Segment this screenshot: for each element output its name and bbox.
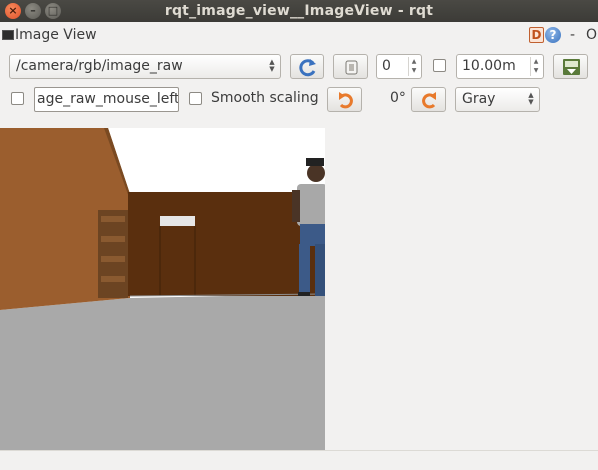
window-title: rqt_image_view__ImageView - rqt xyxy=(164,3,434,19)
topic-select-value: /camera/rgb/image_raw xyxy=(16,58,183,74)
dock-d-button[interactable]: D xyxy=(529,27,544,43)
spin-arrows-icon[interactable]: ▲ ▼ xyxy=(530,57,541,76)
color-scheme-value: Gray xyxy=(462,91,496,107)
mouse-topic-field[interactable]: age_raw_mouse_left xyxy=(34,87,179,112)
toggle-button[interactable] xyxy=(333,54,368,79)
help-icon[interactable]: ? xyxy=(545,27,561,43)
rotate-left-icon xyxy=(339,92,353,109)
dock-window-icon xyxy=(2,30,14,40)
range-checkbox[interactable] xyxy=(433,59,446,72)
refresh-button[interactable] xyxy=(290,54,324,79)
toggle-icon xyxy=(345,60,358,75)
save-icon xyxy=(563,59,580,75)
smooth-scaling-checkbox[interactable] xyxy=(189,92,202,105)
topic-select[interactable]: /camera/rgb/image_raw ▲ ▼ xyxy=(9,54,281,79)
dock-close-button[interactable]: O xyxy=(586,27,597,43)
max-range-value: 10.00m xyxy=(462,58,516,74)
spin-arrows-icon[interactable]: ▲ ▼ xyxy=(408,57,419,76)
number-spinbox[interactable]: 0 ▲ ▼ xyxy=(376,54,422,79)
rotation-label: 0° xyxy=(390,90,406,106)
status-strip xyxy=(0,450,598,470)
max-range-spinbox[interactable]: 10.00m ▲ ▼ xyxy=(456,54,544,79)
rotate-left-button[interactable] xyxy=(327,87,362,112)
mouse-publish-checkbox[interactable] xyxy=(11,92,24,105)
rotate-right-button[interactable] xyxy=(411,87,446,112)
window-titlebar: × – □ rqt_image_view__ImageView - rqt xyxy=(0,0,598,22)
mouse-topic-value: age_raw_mouse_left xyxy=(37,91,179,107)
refresh-icon xyxy=(299,59,316,77)
number-spinbox-value: 0 xyxy=(382,58,391,74)
combo-arrows-icon: ▲ ▼ xyxy=(528,91,534,106)
camera-image-scene xyxy=(0,128,325,450)
dock-minimize-button[interactable]: - xyxy=(570,27,575,43)
color-scheme-select[interactable]: Gray ▲ ▼ xyxy=(455,87,540,112)
save-button[interactable] xyxy=(553,54,588,79)
dock-header: Image View D ? - O xyxy=(0,26,598,46)
combo-arrows-icon: ▲ ▼ xyxy=(269,58,275,73)
smooth-scaling-label: Smooth scaling xyxy=(211,90,319,106)
rotate-right-icon xyxy=(422,92,436,109)
camera-image[interactable] xyxy=(0,128,325,450)
dock-title: Image View xyxy=(15,27,97,43)
